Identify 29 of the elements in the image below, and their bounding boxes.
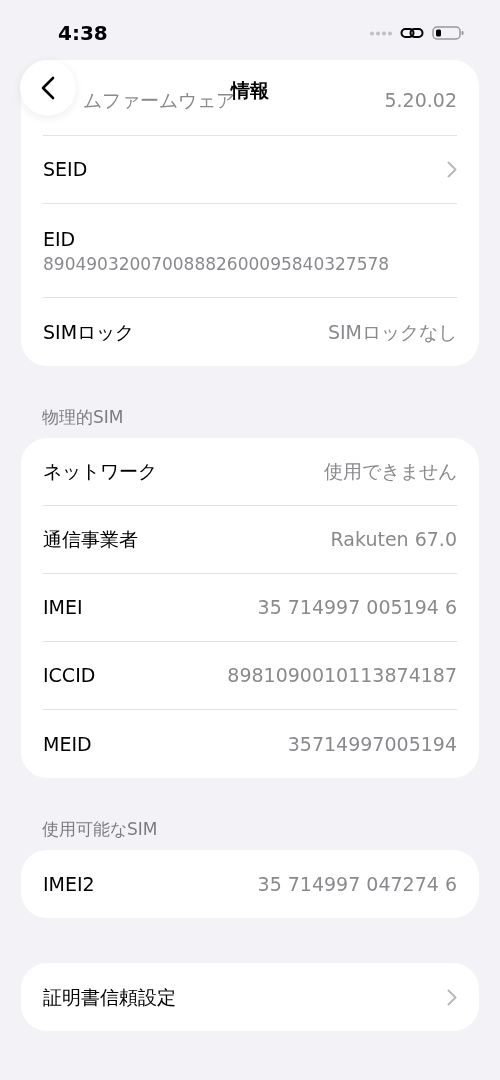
settings-row[interactable]: SEID [43, 136, 457, 204]
row-value: 5.20.02 [384, 88, 457, 114]
row-value: 35 714997 005194 6 [257, 595, 457, 621]
status-time: 4:38 [58, 20, 108, 47]
row-value: 35 714997 047274 6 [257, 871, 457, 897]
link-icon [400, 25, 424, 41]
chevron-icon [447, 161, 457, 178]
row-value: Rakuten 67.0 [330, 527, 457, 553]
section-header: 物理的SIM [42, 405, 124, 429]
row-label: MEID [43, 731, 92, 757]
row-label: SIMロック [43, 319, 135, 345]
row-value: 89049032007008882600095840327578 [43, 252, 391, 276]
chevron-icon [447, 988, 457, 1006]
row-value: 35714997005194 [287, 731, 457, 757]
row-label: SEID [43, 157, 88, 183]
row-label: ネットワーク [43, 459, 157, 485]
row-value: 使用できません [324, 459, 457, 485]
row-value: SIMロックなし [327, 319, 457, 345]
signal-icon [370, 30, 392, 36]
battery-icon [432, 25, 464, 41]
row-label: IMEI [43, 595, 83, 621]
section-header: 使用可能なSIM [42, 817, 158, 841]
row-label: ICCID [43, 663, 96, 689]
row-label: EID [43, 226, 77, 252]
row-value: 8981090010113874187 [227, 663, 457, 689]
row-label: 通信事業者 [43, 527, 138, 553]
row-label: IMEI2 [43, 871, 95, 897]
back-icon [41, 76, 55, 100]
row-label: 証明書信頼設定 [43, 984, 176, 1010]
